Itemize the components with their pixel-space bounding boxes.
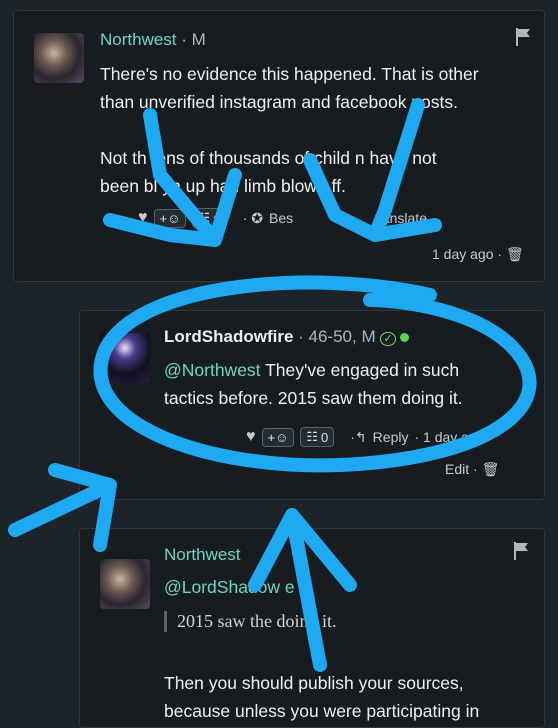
- trash-icon[interactable]: 🗑: [506, 246, 524, 262]
- comment-card-lordshadowfire: LordShadowfire · 46-50, M ✓ @Northwest T…: [79, 310, 545, 500]
- list-icon: ☷: [198, 210, 211, 225]
- comment-line: been bl yn up had limb blown ff.: [100, 176, 346, 196]
- comment-card-northwest-reply: Northwest @LordShadow e 2015 saw the doi…: [79, 528, 545, 728]
- comment-line: tactics before. 2015 saw them doing it.: [164, 388, 463, 408]
- quote-block: 2015 saw the doing it.: [164, 611, 337, 632]
- comment-line: [100, 116, 530, 144]
- online-dot-icon: [400, 333, 410, 342]
- comment-line: @Northwest They've engaged in such: [164, 356, 534, 384]
- edit-button[interactable]: Edit ·: [445, 461, 478, 477]
- reaction-list-button[interactable]: ☷ ♥: [192, 208, 227, 228]
- heart-icon: ♥: [213, 210, 221, 226]
- comment-body: There's no evidence this happened. That …: [100, 60, 530, 200]
- flag-icon[interactable]: [512, 541, 532, 561]
- comment-line: Not th tens of thousands of child n have…: [100, 148, 437, 168]
- comment-text: They've engaged in such: [260, 360, 460, 380]
- author-link[interactable]: Northwest: [100, 30, 177, 49]
- author-link[interactable]: LordShadowfire: [164, 327, 293, 346]
- comment-line: because unless you were participating in: [164, 701, 480, 721]
- comment-author: LordShadowfire · 46-50, M ✓: [164, 327, 410, 347]
- add-emoji-button[interactable]: +☺: [153, 208, 187, 228]
- badge-icon[interactable]: · ✪: [243, 210, 263, 227]
- comment-time: 1 day ago · 🗑: [432, 246, 524, 263]
- comment-body: Then you should publish your sources, be…: [164, 669, 534, 725]
- comment-card-northwest: Northwest · M There's no evidence this h…: [13, 10, 545, 282]
- verified-icon: ✓: [380, 332, 396, 346]
- comment-actions: ♥ +☺ ☷ ♥ · ✪ Bes ranslate ·: [138, 208, 436, 228]
- comment-line: Then you should publish your sources,: [164, 673, 464, 693]
- list-icon: ☷: [306, 429, 319, 444]
- author-meta: · M: [176, 30, 206, 49]
- comment-author: Northwest: [164, 545, 241, 565]
- timestamp: · 1 day a: [414, 429, 469, 445]
- comment-body: @Northwest They've engaged in such tacti…: [164, 356, 534, 412]
- translate-button[interactable]: ranslate ·: [377, 210, 435, 226]
- mention-line: @LordShadow e: [164, 573, 295, 601]
- comment-line: There's no evidence this happened. That …: [100, 64, 479, 84]
- reply-icon[interactable]: ·↰: [350, 429, 366, 446]
- comment-line: than unverified instagram and facebook p…: [100, 92, 458, 112]
- timestamp: 1 day ago ·: [432, 246, 503, 262]
- reaction-list-button[interactable]: ☷ 0: [300, 427, 335, 447]
- flag-icon[interactable]: [514, 27, 534, 47]
- add-emoji-icon: +☺: [159, 210, 181, 226]
- author-meta: · 46-50, M: [293, 327, 376, 346]
- comment-actions: ♥ +☺ ☷ 0 ·↰ Reply · 1 day a: [246, 427, 469, 447]
- heart-icon[interactable]: ♥: [138, 209, 148, 227]
- mention-link[interactable]: @Northwest: [164, 360, 261, 380]
- author-link[interactable]: Northwest: [164, 545, 241, 564]
- mention-link[interactable]: @LordShadow e: [164, 577, 295, 597]
- avatar[interactable]: [100, 333, 150, 383]
- reaction-count: 0: [321, 429, 329, 445]
- trash-icon[interactable]: 🗑: [482, 461, 500, 477]
- heart-icon[interactable]: ♥: [246, 428, 256, 446]
- best-button[interactable]: Bes: [269, 210, 293, 226]
- avatar[interactable]: [34, 33, 84, 83]
- edit-row: Edit · 🗑: [445, 461, 499, 478]
- reply-button[interactable]: Reply: [373, 429, 409, 445]
- add-emoji-icon: +☺: [267, 429, 289, 445]
- add-emoji-button[interactable]: +☺: [261, 427, 295, 447]
- comment-author: Northwest · M: [100, 30, 206, 50]
- avatar[interactable]: [100, 559, 150, 609]
